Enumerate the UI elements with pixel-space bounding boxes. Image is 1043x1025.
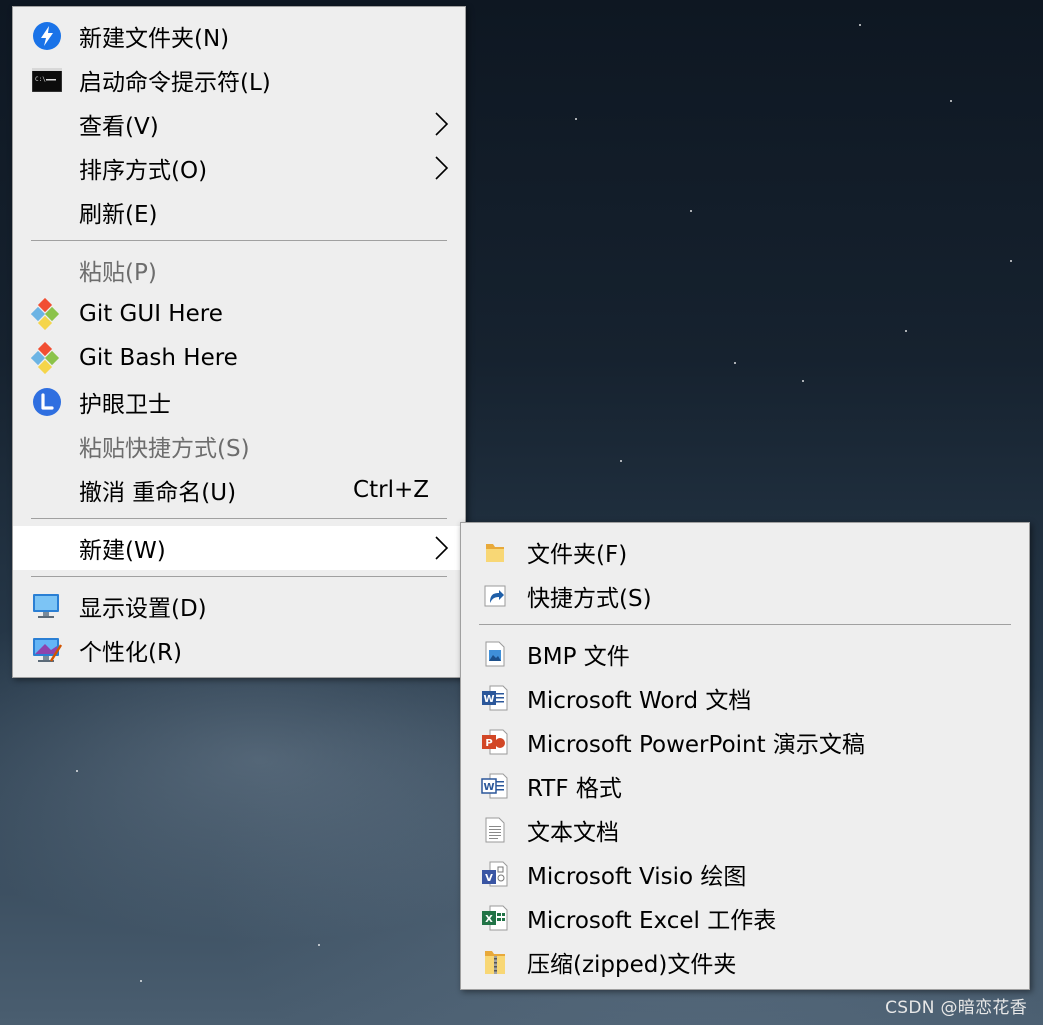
bmp-file-icon (479, 638, 511, 670)
keyboard-shortcut: Ctrl+Z (353, 477, 429, 503)
menu-item-label: 个性化(R) (79, 640, 182, 666)
svg-text:W: W (483, 694, 494, 705)
star (859, 24, 861, 26)
chevron-right-icon (435, 112, 449, 136)
menu-item-label: 快捷方式(S) (527, 586, 652, 612)
menu-item-label: 新建(W) (79, 538, 166, 564)
submenu-item-bmp[interactable]: BMP 文件 (461, 632, 1029, 676)
star (734, 362, 736, 364)
star (950, 100, 952, 102)
submenu-item-rtf[interactable]: W RTF 格式 (461, 764, 1029, 808)
lightning-icon (31, 20, 63, 52)
submenu-item-word[interactable]: W Microsoft Word 文档 (461, 676, 1029, 720)
zip-folder-icon (479, 946, 511, 978)
menu-item-label: 粘贴(P) (79, 260, 157, 286)
submenu-item-zip-folder[interactable]: 压缩(zipped)文件夹 (461, 940, 1029, 984)
menu-item-label: 粘贴快捷方式(S) (79, 436, 250, 462)
submenu-item-shortcut[interactable]: 快捷方式(S) (461, 574, 1029, 618)
submenu-item-excel[interactable]: X Microsoft Excel 工作表 (461, 896, 1029, 940)
menu-item-label: 刷新(E) (79, 202, 158, 228)
excel-icon: X (479, 902, 511, 934)
word-icon: W (479, 682, 511, 714)
menu-item-refresh[interactable]: 刷新(E) (13, 190, 465, 234)
submenu-item-folder[interactable]: 文件夹(F) (461, 530, 1029, 574)
svg-text:V: V (485, 873, 493, 884)
menu-item-label: 新建文件夹(N) (79, 26, 230, 52)
menu-item-new[interactable]: 新建(W) (13, 526, 465, 570)
star (802, 380, 804, 382)
star (140, 980, 142, 982)
folder-icon (479, 536, 511, 568)
personalize-icon (31, 634, 63, 666)
menu-item-label: 文本文档 (527, 820, 619, 846)
chevron-right-icon (435, 156, 449, 180)
svg-text:C:\: C:\ (35, 76, 46, 83)
menu-item-paste-shortcut: 粘贴快捷方式(S) (13, 424, 465, 468)
star (690, 210, 692, 212)
rtf-icon: W (479, 770, 511, 802)
menu-separator (13, 234, 465, 248)
menu-item-label: 文件夹(F) (527, 542, 628, 568)
menu-item-git-gui[interactable]: Git GUI Here (13, 292, 465, 336)
svg-text:P: P (485, 738, 492, 749)
menu-item-label: RTF 格式 (527, 776, 622, 802)
submenu-item-text-document[interactable]: 文本文档 (461, 808, 1029, 852)
menu-item-label: Git GUI Here (79, 301, 223, 327)
menu-item-personalize[interactable]: 个性化(R) (13, 628, 465, 672)
menu-item-view[interactable]: 查看(V) (13, 102, 465, 146)
chevron-right-icon (435, 536, 449, 560)
menu-item-display-settings[interactable]: 显示设置(D) (13, 584, 465, 628)
powerpoint-icon: P (479, 726, 511, 758)
menu-item-label: Git Bash Here (79, 345, 238, 371)
svg-text:X: X (485, 914, 493, 925)
eye-guard-icon (31, 386, 63, 418)
menu-item-label: 撤消 重命名(U) (79, 480, 237, 506)
star (1010, 260, 1012, 262)
menu-item-new-folder[interactable]: 新建文件夹(N) (13, 14, 465, 58)
menu-item-label: BMP 文件 (527, 644, 630, 670)
star (620, 460, 622, 462)
svg-text:W: W (483, 782, 494, 793)
submenu-item-visio[interactable]: V Microsoft Visio 绘图 (461, 852, 1029, 896)
display-icon (31, 590, 63, 622)
shortcut-icon (479, 580, 511, 612)
star (575, 118, 577, 120)
visio-icon: V (479, 858, 511, 890)
menu-item-label: 显示设置(D) (79, 596, 207, 622)
menu-item-open-cmd[interactable]: C:\ 启动命令提示符(L) (13, 58, 465, 102)
menu-item-eye-guard[interactable]: 护眼卫士 (13, 380, 465, 424)
menu-item-label: Microsoft Excel 工作表 (527, 908, 777, 934)
cmd-icon: C:\ (31, 64, 63, 96)
git-icon (31, 298, 63, 330)
star (76, 770, 78, 772)
desktop-context-menu: 新建文件夹(N) C:\ 启动命令提示符(L) 查看(V) 排序方式(O) 刷新… (12, 6, 466, 678)
menu-item-paste: 粘贴(P) (13, 248, 465, 292)
menu-item-label: 查看(V) (79, 114, 159, 140)
menu-separator (13, 570, 465, 584)
menu-item-label: Microsoft Visio 绘图 (527, 864, 747, 890)
menu-item-sort-by[interactable]: 排序方式(O) (13, 146, 465, 190)
menu-item-label: 护眼卫士 (79, 392, 171, 418)
menu-item-label: 启动命令提示符(L) (79, 70, 271, 96)
menu-separator (13, 512, 465, 526)
submenu-item-powerpoint[interactable]: P Microsoft PowerPoint 演示文稿 (461, 720, 1029, 764)
menu-item-label: 排序方式(O) (79, 158, 208, 184)
text-document-icon (479, 814, 511, 846)
git-icon (31, 342, 63, 374)
menu-item-label: Microsoft PowerPoint 演示文稿 (527, 732, 865, 758)
menu-item-git-bash[interactable]: Git Bash Here (13, 336, 465, 380)
menu-separator (461, 618, 1029, 632)
star (318, 944, 320, 946)
new-submenu: 文件夹(F) 快捷方式(S) BMP 文件 W Microsoft Word 文… (460, 522, 1030, 990)
watermark: CSDN @暗恋花香 (885, 998, 1027, 1018)
menu-item-undo-rename[interactable]: 撤消 重命名(U) Ctrl+Z (13, 468, 465, 512)
star (905, 330, 907, 332)
menu-item-label: 压缩(zipped)文件夹 (527, 952, 737, 978)
menu-item-label: Microsoft Word 文档 (527, 688, 752, 714)
